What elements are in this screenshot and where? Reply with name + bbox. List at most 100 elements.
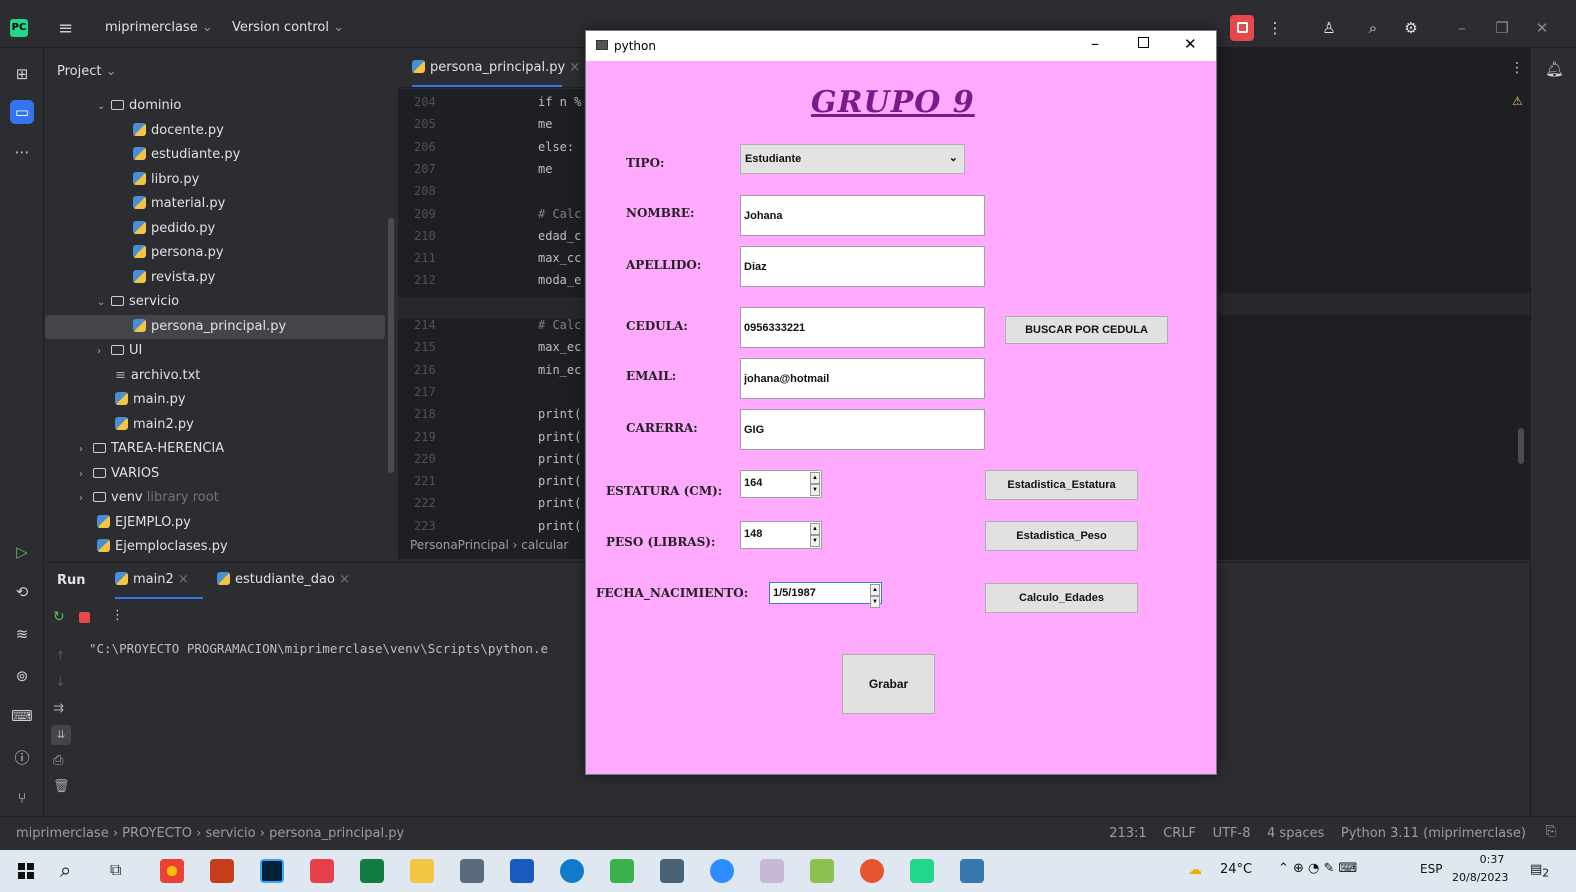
anydesk-icon[interactable] — [310, 859, 334, 883]
stop-run-icon[interactable] — [79, 612, 90, 623]
tree-item[interactable]: ⌄ servicio — [45, 290, 397, 315]
fecha-nacimiento-input[interactable]: 1/5/1987 ▲ ▼ — [769, 582, 882, 608]
breadcrumb-class[interactable]: PersonaPrincipal — [410, 538, 509, 552]
estadistica-peso-button[interactable]: Estadistica_Peso — [985, 521, 1138, 551]
snipping-tool-icon[interactable] — [610, 859, 634, 883]
indent-setting[interactable]: 4 spaces — [1267, 826, 1324, 841]
run-tab-estudiante-dao[interactable]: estudiante_dao × — [217, 572, 350, 587]
code-line[interactable]: min_ec — [538, 363, 581, 377]
line-separator[interactable]: CRLF — [1163, 826, 1196, 841]
tree-item[interactable]: libro.py — [45, 168, 397, 193]
status-path-item[interactable]: persona_principal.py — [269, 826, 404, 841]
tree-item[interactable]: persona.py — [45, 241, 397, 266]
chrome-icon[interactable] — [160, 859, 184, 883]
more-actions-icon[interactable]: ⋮ — [1266, 15, 1284, 41]
app-icon[interactable] — [460, 859, 484, 883]
tree-item[interactable]: revista.py — [45, 266, 397, 291]
status-path-item[interactable]: miprimerclase — [16, 826, 109, 841]
project-selector[interactable]: miprimerclase ⌄ — [105, 20, 213, 35]
python-packages-icon[interactable]: ⟲ — [10, 580, 34, 604]
notification-center-icon[interactable]: ▤2 — [1530, 862, 1549, 880]
cedula-input[interactable]: 0956333221 — [740, 307, 985, 348]
run-tab-main2[interactable]: main2 × — [115, 572, 189, 587]
word-icon[interactable] — [510, 859, 534, 883]
spin-down-icon[interactable]: ▼ — [870, 596, 880, 608]
code-line[interactable]: max_cc — [538, 251, 581, 265]
peso-spinbox[interactable]: 148 ▲ ▼ — [740, 521, 822, 549]
layers-icon[interactable]: ≋ — [10, 622, 34, 646]
status-path-item[interactable]: PROYECTO — [122, 826, 192, 841]
tree-item[interactable]: pedido.py — [45, 217, 397, 242]
tree-item[interactable]: EJEMPLO.py — [45, 511, 397, 536]
spin-up-icon[interactable]: ▲ — [810, 523, 820, 535]
weather-icon[interactable]: ☁ — [1188, 862, 1202, 878]
carrera-input[interactable]: GIG — [740, 409, 985, 450]
code-line[interactable]: else: — [538, 140, 574, 154]
version-control-menu[interactable]: Version control ⌄ — [232, 20, 344, 35]
editor-scrollbar[interactable] — [1518, 428, 1524, 464]
calculo-edades-button[interactable]: Calculo_Edades — [985, 583, 1138, 613]
tree-item[interactable]: docente.py — [45, 119, 397, 144]
snip-sketch-icon[interactable] — [760, 859, 784, 883]
estadistica-estatura-button[interactable]: Estadistica_Estatura — [985, 470, 1138, 500]
soft-wrap-icon[interactable]: ⇉ — [53, 701, 64, 716]
windows-start-icon[interactable] — [18, 863, 34, 879]
tree-item[interactable]: Ejemploclases.py — [45, 535, 397, 560]
project-tool-icon[interactable]: ▭ — [10, 100, 34, 124]
weather-temp[interactable]: 24°C — [1220, 862, 1252, 877]
maximize-icon[interactable] — [1138, 37, 1149, 48]
scroll-to-end-icon[interactable]: ⇊ — [51, 725, 71, 745]
warning-icon[interactable]: ⚠ — [1512, 94, 1523, 108]
python-title-bar[interactable]: python – ✕ — [586, 31, 1216, 61]
tree-item[interactable]: persona_principal.py — [45, 314, 385, 339]
tree-item[interactable]: › UI — [45, 339, 397, 364]
terminal-icon[interactable]: ⌨ — [10, 704, 34, 728]
edge-icon[interactable] — [560, 859, 584, 883]
powerpoint-icon[interactable] — [210, 859, 234, 883]
spin-down-icon[interactable]: ▼ — [810, 484, 820, 496]
code-line[interactable]: print( — [538, 519, 581, 533]
code-line[interactable]: me — [538, 162, 552, 176]
code-line[interactable]: print( — [538, 407, 581, 421]
scroll-up-icon[interactable]: ↑ — [55, 649, 66, 664]
more-tools-icon[interactable]: ⋯ — [10, 140, 34, 164]
git-icon[interactable]: ⑂ — [10, 786, 34, 810]
file-explorer-icon[interactable] — [410, 859, 434, 883]
run-tool-icon[interactable]: ▷ — [10, 540, 34, 564]
estatura-spinbox[interactable]: 164 ▲ ▼ — [740, 470, 822, 498]
scroll-down-icon[interactable]: ↓ — [55, 675, 66, 690]
tree-item[interactable]: ⌄ dominio — [45, 94, 397, 119]
code-line[interactable]: edad_c — [538, 229, 581, 243]
python-taskbar-icon[interactable] — [960, 859, 984, 883]
tree-item[interactable]: main2.py — [45, 413, 397, 438]
tree-item[interactable]: › venv library root — [45, 486, 397, 511]
tree-item[interactable]: › VARIOS — [45, 462, 397, 487]
chevron-right-icon[interactable]: › — [97, 340, 111, 365]
search-icon[interactable]: ⌕ — [1360, 15, 1386, 41]
apellido-input[interactable]: Diaz — [740, 246, 985, 287]
stop-button[interactable] — [1230, 15, 1254, 41]
run-more-icon[interactable]: ⋮ — [111, 608, 124, 623]
chevron-down-icon[interactable]: ⌄ — [97, 291, 111, 316]
lock-icon[interactable]: ⎘ — [1546, 824, 1556, 839]
code-line[interactable]: me — [538, 117, 552, 131]
photoshop-icon[interactable] — [260, 859, 284, 883]
breadcrumb-method[interactable]: calcular — [521, 538, 568, 552]
language-indicator[interactable]: ESP — [1420, 862, 1442, 876]
system-tray-icons[interactable]: ⌃ ⊕ ◔ ✎ ⌨ — [1278, 861, 1357, 876]
buscar-por-cedula-button[interactable]: BUSCAR POR CEDULA — [1005, 316, 1168, 344]
calculator-icon[interactable] — [660, 859, 684, 883]
grabar-button[interactable]: Grabar — [842, 654, 935, 714]
rerun-icon[interactable]: ↻ — [53, 609, 65, 625]
search-icon[interactable]: ⌕ — [60, 858, 71, 882]
services-icon[interactable]: ⊚ — [10, 664, 34, 688]
chevron-right-icon[interactable]: › — [79, 487, 93, 512]
app3-icon[interactable] — [860, 859, 884, 883]
restore-icon[interactable]: ❐ — [1490, 15, 1514, 41]
clock-time[interactable]: 0:37 — [1470, 853, 1514, 866]
close-tab-icon[interactable]: × — [178, 572, 189, 587]
code-line[interactable]: # Calc — [538, 318, 581, 332]
main-menu-icon[interactable]: ≡ — [58, 18, 73, 39]
tipo-select[interactable]: Estudiante ⌄ — [740, 144, 965, 174]
tree-item[interactable]: ≡ archivo.txt — [45, 364, 397, 389]
